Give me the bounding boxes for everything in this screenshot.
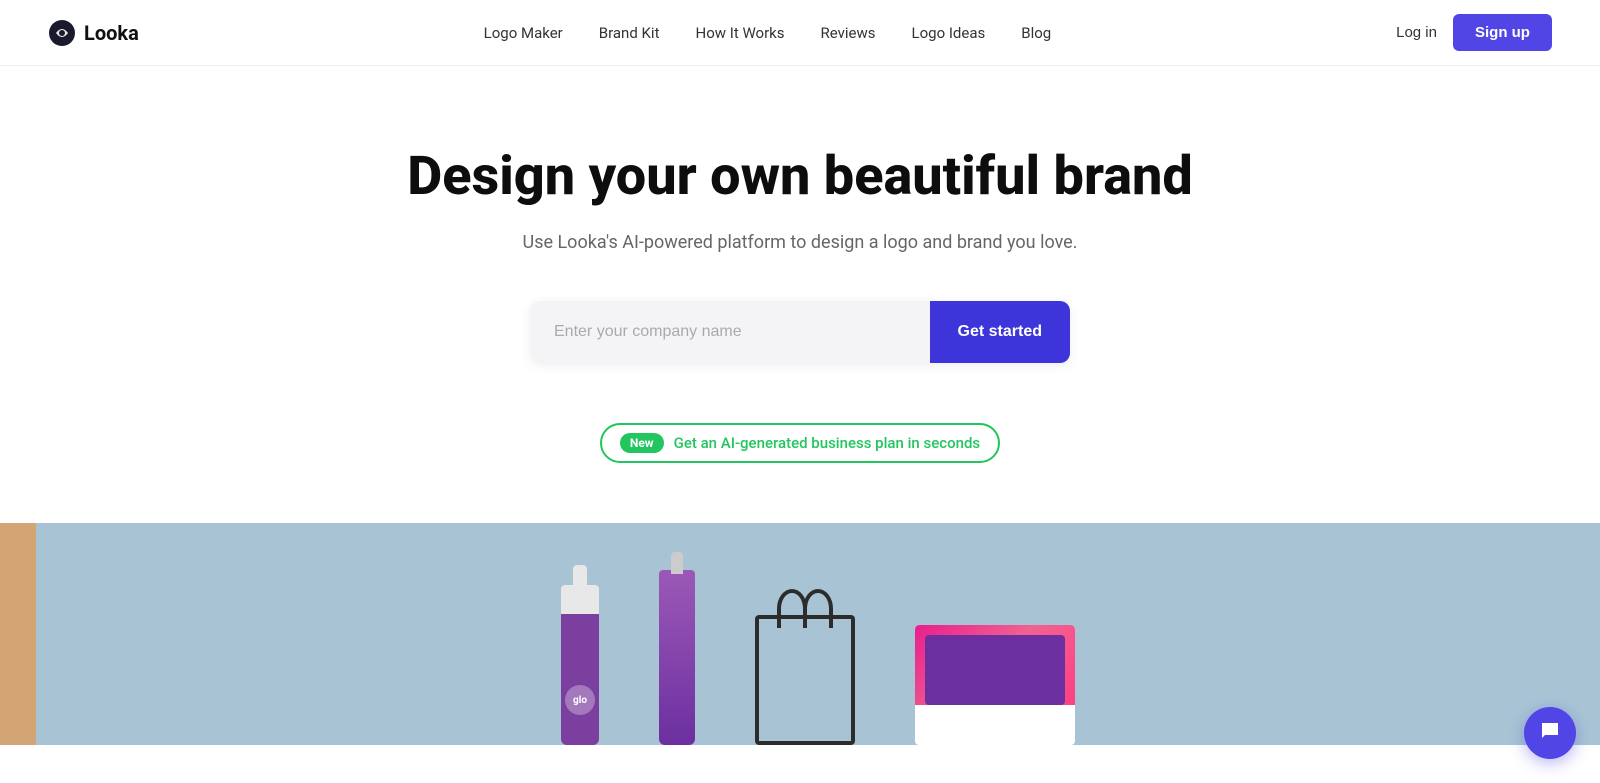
logo[interactable]: Looka <box>48 19 139 47</box>
get-started-button[interactable]: Get started <box>930 301 1070 363</box>
signup-button[interactable]: Sign up <box>1453 14 1552 51</box>
new-label: New <box>620 433 664 453</box>
nav-item-brand-kit[interactable]: Brand Kit <box>599 23 660 42</box>
tan-accent <box>0 523 36 745</box>
promo-badge-row: New Get an AI-generated business plan in… <box>600 423 1000 463</box>
product-nail-polish-1 <box>561 523 599 745</box>
logo-text: Looka <box>84 21 139 45</box>
promo-badge-text: Get an AI-generated business plan in sec… <box>674 434 981 452</box>
hero-subtitle: Use Looka's AI-powered platform to desig… <box>523 232 1078 253</box>
nail-polish-bottle-2 <box>659 570 695 745</box>
product-display <box>36 523 1600 745</box>
nav-item-reviews[interactable]: Reviews <box>821 23 876 42</box>
promo-badge[interactable]: New Get an AI-generated business plan in… <box>600 423 1000 463</box>
chat-icon <box>1538 719 1562 748</box>
hero-section: Design your own beautiful brand Use Look… <box>0 66 1600 523</box>
product-tote-bag <box>755 523 855 745</box>
product-showcase <box>0 523 1600 745</box>
login-button[interactable]: Log in <box>1396 24 1437 41</box>
navbar: Looka Logo Maker Brand Kit How It Works … <box>0 0 1600 66</box>
logo-icon <box>48 19 76 47</box>
card-envelope-mockup <box>915 625 1075 745</box>
tote-bag-mockup <box>755 615 855 745</box>
company-name-form: Get started <box>530 301 1070 363</box>
nav-links: Logo Maker Brand Kit How It Works Review… <box>484 23 1052 42</box>
chat-widget[interactable] <box>1524 707 1576 759</box>
nail-polish-bottle-1 <box>561 585 599 745</box>
nav-actions: Log in Sign up <box>1396 14 1552 51</box>
hero-title: Design your own beautiful brand <box>407 146 1193 208</box>
nav-item-logo-maker[interactable]: Logo Maker <box>484 23 563 42</box>
nav-item-logo-ideas[interactable]: Logo Ideas <box>912 23 986 42</box>
product-nail-polish-2 <box>659 523 695 745</box>
nav-item-blog[interactable]: Blog <box>1021 23 1051 42</box>
product-card-envelope <box>915 523 1075 745</box>
card-inner-mockup <box>925 635 1065 705</box>
company-name-input[interactable] <box>530 301 930 363</box>
nav-item-how-it-works[interactable]: How It Works <box>696 23 785 42</box>
